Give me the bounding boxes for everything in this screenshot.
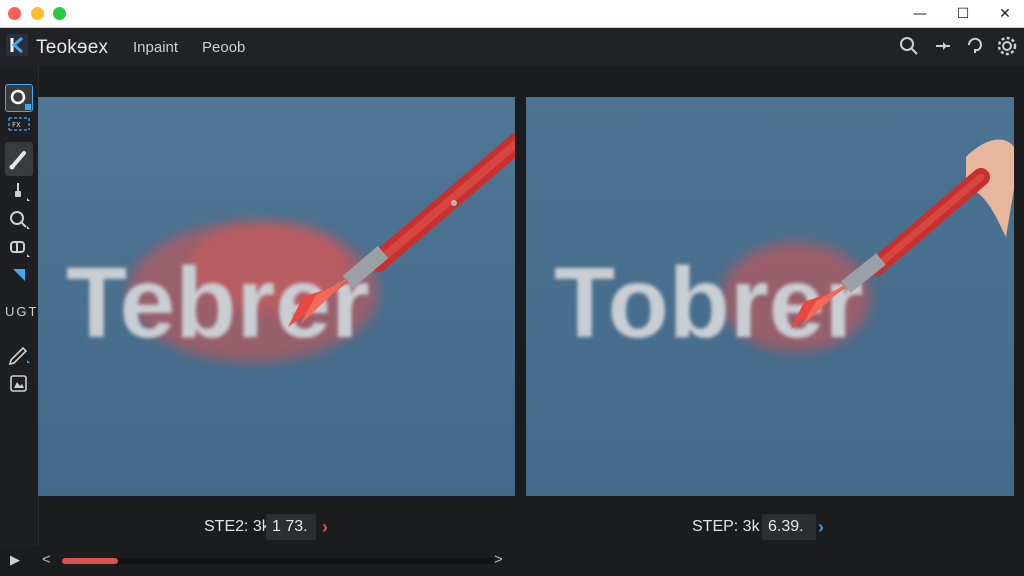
os-title-bar: — ☐ ✕: [0, 0, 1024, 28]
left-step-control: STE2: 3k 1 73. ›: [204, 514, 344, 540]
mask-icon[interactable]: [5, 234, 33, 262]
image-icon[interactable]: [5, 370, 33, 398]
help-icon[interactable]: [964, 35, 986, 57]
document-tab[interactable]: Peoob: [202, 39, 245, 56]
app-logo: [6, 34, 28, 56]
maximize-button[interactable]: ☐: [951, 4, 975, 24]
pen-icon[interactable]: [5, 340, 33, 368]
prev-icon[interactable]: <: [42, 551, 51, 568]
mode-tab[interactable]: Inpaint: [133, 39, 178, 56]
app-title: Teokɘex: [36, 37, 109, 58]
minimize-window-button[interactable]: [31, 7, 44, 20]
tool-sidebar: FX UGT: [0, 66, 39, 576]
canvas-before[interactable]: Tebrer: [38, 97, 515, 496]
minimize-button[interactable]: —: [908, 4, 932, 24]
step-value-field[interactable]: 1 73.: [266, 514, 316, 540]
next-icon[interactable]: >: [494, 551, 503, 568]
brush-icon[interactable]: [5, 142, 33, 176]
close-window-button[interactable]: [8, 7, 21, 20]
settings-icon[interactable]: [996, 35, 1018, 57]
next-step-icon[interactable]: ›: [818, 517, 824, 538]
search-icon[interactable]: [898, 35, 920, 57]
play-icon[interactable]: ▶: [10, 552, 20, 568]
circle-select-icon[interactable]: [5, 84, 33, 112]
step-label: STEP: 3k: [692, 518, 760, 535]
text-tool[interactable]: UGT: [5, 294, 39, 330]
app-header: Teokɘex Inpaint Peoob: [0, 28, 1024, 66]
right-step-control: STEP: 3k 6.39. ›: [692, 514, 842, 540]
step-label: STE2: 3k: [204, 518, 270, 535]
smudge-icon[interactable]: [5, 178, 33, 206]
close-button[interactable]: ✕: [993, 4, 1017, 24]
next-step-icon[interactable]: ›: [322, 517, 328, 538]
pin-icon[interactable]: [932, 35, 954, 57]
canvas-word: Tebrer: [66, 247, 370, 359]
zoom-icon[interactable]: [5, 206, 33, 234]
text-icon: UGT: [5, 304, 39, 319]
canvas-after[interactable]: Tobrer: [526, 97, 1014, 496]
frame-icon[interactable]: FX: [5, 114, 33, 142]
zoom-window-button[interactable]: [53, 7, 66, 20]
triangle-icon[interactable]: [5, 262, 33, 290]
step-value-field[interactable]: 6.39.: [762, 514, 816, 540]
svg-text:FX: FX: [12, 121, 21, 129]
timeline: ▶ < >: [0, 546, 1024, 576]
timeline-progress: [62, 558, 119, 564]
timeline-track[interactable]: [62, 558, 494, 564]
